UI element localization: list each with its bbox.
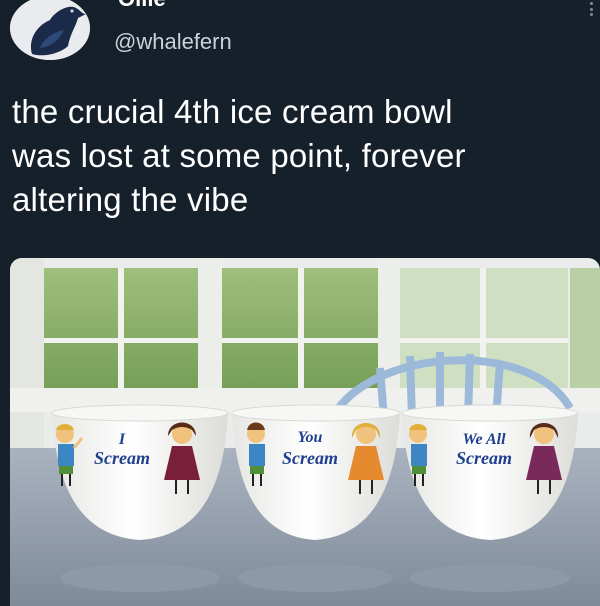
- more-options-icon[interactable]: [590, 2, 594, 16]
- bowl-label-line: Scream: [282, 448, 338, 468]
- tweet-photo[interactable]: I Scream You Scream We All Scream: [10, 258, 600, 606]
- user-avatar[interactable]: [10, 0, 90, 60]
- bowl-label-line: We All: [462, 431, 506, 448]
- bowl-label-line: You: [298, 429, 323, 446]
- bowl-label-line: Scream: [456, 448, 512, 468]
- tweet-text-line: was lost at some point, forever: [12, 137, 466, 174]
- tweet-text: the crucial 4th ice cream bowl was lost …: [12, 90, 590, 222]
- tweet-text-line: altering the vibe: [12, 181, 249, 218]
- bowl-label-line: I: [118, 431, 126, 448]
- crow-avatar-icon: [10, 0, 90, 60]
- tweet-header: Ollie @whalefern: [0, 0, 600, 75]
- tweet-text-line: the crucial 4th ice cream bowl: [12, 93, 453, 130]
- display-name[interactable]: Ollie: [118, 0, 166, 12]
- user-handle[interactable]: @whalefern: [114, 29, 232, 55]
- bowl-label-line: Scream: [94, 448, 150, 468]
